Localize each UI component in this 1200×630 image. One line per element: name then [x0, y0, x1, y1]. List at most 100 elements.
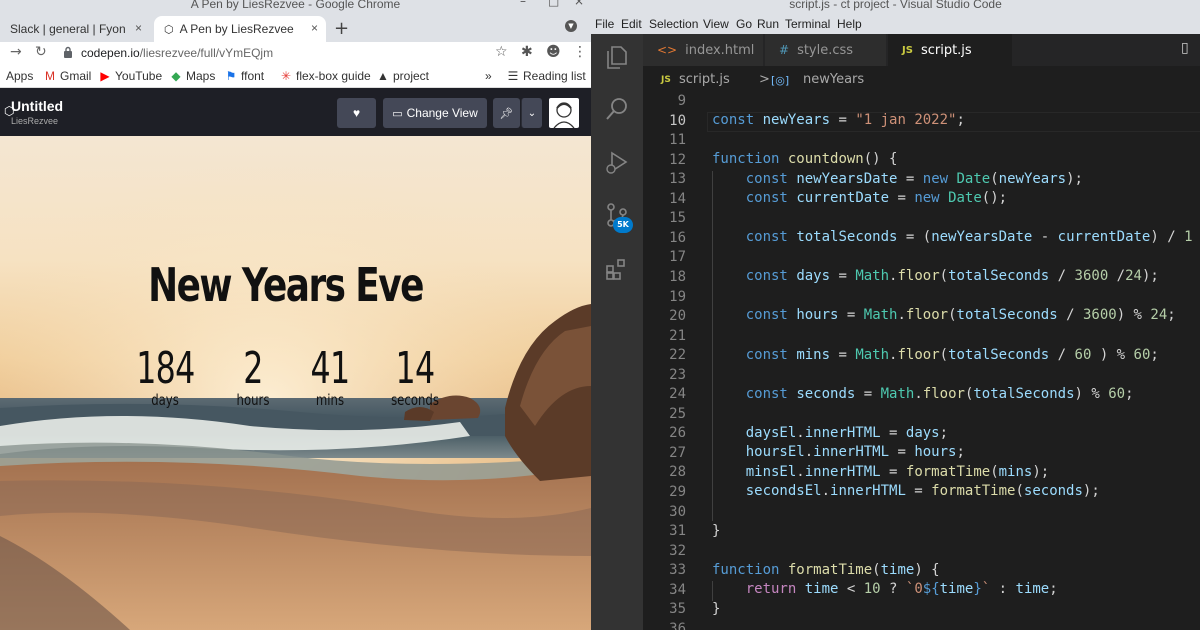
hours-label: hours: [236, 391, 270, 409]
vscode-menubar: File Edit Selection View Go Run Terminal…: [591, 14, 1200, 34]
countdown-days: 184 days: [125, 346, 205, 409]
menu-edit[interactable]: Edit: [621, 17, 642, 31]
js-file-icon: JS: [902, 44, 913, 56]
new-tab-icon[interactable]: +: [334, 18, 349, 39]
variable-symbol-icon: [◎]: [771, 74, 790, 87]
line-number: 33: [669, 562, 686, 579]
line-number: 29: [669, 484, 686, 500]
bookmark-flexbox-guide[interactable]: ✳ flex-box guide: [280, 69, 371, 83]
bookmark-apps[interactable]: Apps: [6, 69, 33, 83]
close-tab-icon[interactable]: ×: [135, 21, 142, 35]
line-number: 14: [669, 190, 686, 207]
back-icon[interactable]: →: [10, 44, 22, 60]
code-line: return time < 10 ? `0${time}` : time;: [745, 581, 1058, 597]
maximize-icon[interactable]: □: [548, 0, 559, 8]
editor-tabs: <> index.html # style.css JS script.js: [643, 34, 1200, 66]
run-debug-icon[interactable]: [604, 149, 630, 175]
line-number: 13: [669, 171, 686, 188]
pen-preview: New Years Eve 184 days 2 hours 41 mins 1…: [0, 136, 591, 630]
code-line: }: [712, 601, 721, 617]
line-number: 17: [669, 249, 686, 266]
html-file-icon: <>: [657, 43, 678, 57]
line-number: 22: [669, 347, 686, 364]
heart-button[interactable]: ♥: [337, 98, 376, 128]
bookmarks-overflow-icon[interactable]: »: [485, 69, 492, 83]
extensions-puzzle-icon[interactable]: ✱: [521, 44, 533, 60]
line-number: 20: [669, 308, 686, 325]
code-editor[interactable]: 9 10 11 12 13 14 15 16 17 18 19 20 21 22 23 24 25 26 27 28 2…: [643, 92, 1200, 630]
breadcrumb-file[interactable]: script.js: [679, 72, 730, 87]
triangle-icon: ▲: [377, 69, 389, 83]
codepen-header: ⬡ Untitled LiesRezvee ♥ ▭ Change View 📌︎ …: [0, 88, 591, 136]
codepen-favicon-icon: ⬡: [164, 23, 174, 36]
line-number: 35: [669, 601, 686, 618]
pin-dropdown-button[interactable]: ⌄: [521, 98, 542, 128]
menu-dots-icon[interactable]: ⋮: [573, 44, 587, 60]
css-file-icon: #: [779, 43, 790, 57]
line-number: 11: [669, 132, 686, 149]
address-bar: → ↻ codepen.io/liesrezvee/full/vYmEQjm ☆…: [0, 42, 591, 66]
heart-icon: ♥: [352, 106, 361, 120]
line-number: 18: [669, 268, 686, 285]
line-number: 15: [669, 210, 686, 227]
line-number: 34: [669, 581, 686, 598]
tab-index-html[interactable]: <> index.html: [643, 34, 764, 66]
countdown-seconds: 14 seconds: [375, 346, 455, 409]
code-line: }: [712, 523, 721, 539]
tab-search-icon[interactable]: ▼: [565, 20, 577, 32]
split-editor-icon[interactable]: ▯: [1181, 40, 1189, 56]
reload-icon[interactable]: ↻: [35, 44, 47, 60]
line-number: 9: [677, 93, 686, 109]
explorer-files-icon[interactable]: [604, 44, 630, 70]
pin-button[interactable]: 📌︎: [493, 98, 520, 128]
bookmark-maps[interactable]: ◆ Maps: [170, 69, 215, 83]
pen-title[interactable]: Untitled: [11, 98, 63, 114]
bookmark-star-icon[interactable]: ☆: [495, 44, 508, 60]
mins-value: 41: [310, 343, 351, 394]
line-number: 19: [669, 288, 686, 305]
pen-author[interactable]: LiesRezvee: [11, 116, 58, 126]
hours-value: 2: [243, 343, 263, 394]
reading-list-button[interactable]: ☰ Reading list: [507, 69, 586, 83]
tab-label: Slack | general | Fyon: [10, 22, 126, 36]
minimize-icon[interactable]: –: [520, 0, 526, 8]
code-line: secondsEl.innerHTML = formatTime(seconds…: [745, 483, 1100, 499]
change-view-button[interactable]: ▭ Change View: [383, 98, 487, 128]
search-icon[interactable]: [604, 96, 630, 122]
tab-slack[interactable]: Slack | general | Fyon ×: [0, 16, 150, 42]
line-number: 16: [669, 229, 686, 246]
bookmark-project[interactable]: ▲ project: [377, 69, 429, 83]
page-headline: New Years Eve: [148, 258, 424, 312]
bookmark-gmail[interactable]: M Gmail: [44, 69, 91, 83]
profile-avatar-icon[interactable]: ☻: [546, 44, 561, 60]
tab-codepen[interactable]: ⬡ A Pen by LiesRezvee ×: [154, 16, 326, 42]
code-line: const totalSeconds = (newYearsDate - cur…: [745, 229, 1193, 245]
tab-style-css[interactable]: # style.css: [765, 34, 887, 66]
lock-icon[interactable]: [63, 46, 73, 58]
menu-view[interactable]: View: [703, 17, 729, 31]
chrome-window: A Pen by LiesRezvee - Google Chrome – □ …: [0, 0, 591, 630]
menu-help[interactable]: Help: [837, 17, 862, 31]
user-avatar[interactable]: [549, 98, 579, 128]
line-number: 36: [669, 620, 686, 630]
menu-selection[interactable]: Selection: [649, 17, 698, 31]
extensions-icon[interactable]: [604, 256, 630, 282]
menu-run[interactable]: Run: [757, 17, 779, 31]
bookmark-youtube[interactable]: ▶ YouTube: [99, 69, 162, 83]
code-line: const newYears = "1 jan 2022";: [712, 112, 965, 128]
menu-file[interactable]: File: [595, 17, 614, 31]
url-input[interactable]: codepen.io/liesrezvee/full/vYmEQjm: [81, 46, 273, 60]
menu-go[interactable]: Go: [736, 17, 752, 31]
breadcrumb-symbol[interactable]: newYears: [803, 72, 864, 87]
code-line: daysEl.innerHTML = days;: [745, 425, 949, 441]
menu-terminal[interactable]: Terminal: [785, 17, 830, 31]
tab-script-js[interactable]: JS script.js: [888, 34, 1013, 66]
code-line: const currentDate = new Date();: [745, 190, 1008, 206]
mins-label: mins: [315, 391, 345, 409]
close-tab-icon[interactable]: ×: [311, 21, 318, 35]
avatar-portrait: [553, 102, 575, 128]
gmail-icon: M: [45, 69, 55, 83]
bookmark-ffont[interactable]: ⚑ ffont: [225, 69, 265, 83]
code-line: minsEl.innerHTML = formatTime(mins);: [745, 464, 1050, 480]
close-window-icon[interactable]: ×: [574, 0, 584, 8]
